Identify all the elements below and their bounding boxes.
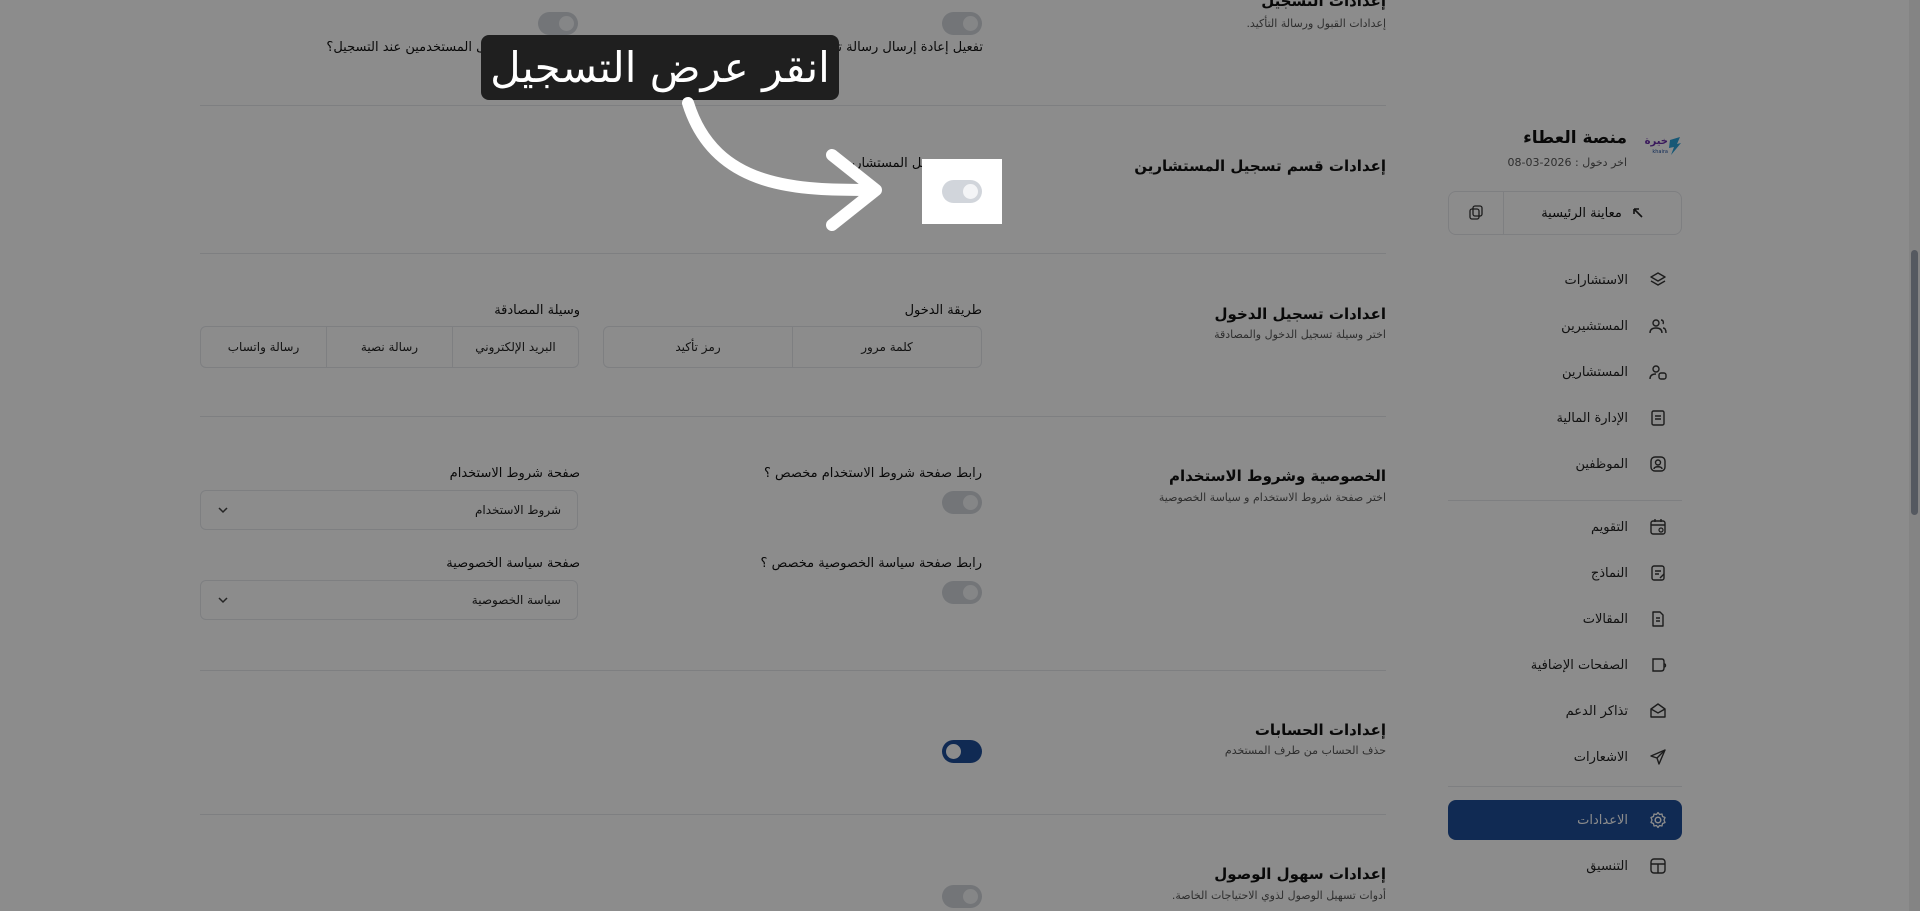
sidebar: خيرة khaira منصة العطاء اخر دخول : 2026-… (1448, 0, 1682, 911)
consultants-registration-title: إعدادات قسم تسجيل المستشارين (1134, 157, 1386, 175)
scrollbar-thumb[interactable] (1911, 250, 1918, 515)
terms-page-value: شروط الاستخدام (474, 503, 561, 517)
privacy-page-select[interactable]: سياسة الخصوصية (200, 580, 578, 620)
brand-name: منصة العطاء (1523, 128, 1627, 148)
accessibility-settings-desc: أدوات تسهيل الوصول لذوي الاحتياجات الخاص… (1171, 889, 1386, 902)
sidebar-item-clients[interactable]: المستشيرين (1448, 307, 1682, 345)
auth-method-sms[interactable]: رسالة نصية (326, 327, 452, 367)
user-square-icon (1650, 456, 1666, 472)
users-icon (1649, 319, 1667, 334)
accounts-settings-desc: حذف الحساب من طرف المستخدم (1224, 744, 1386, 757)
preview-home-box: معاينة الرئيسية (1448, 191, 1682, 235)
last-login: اخر دخول : 2026-03-08 (1507, 156, 1627, 169)
privacy-page-value: سياسة الخصوصية (471, 593, 561, 607)
login-settings-title: اعدادات تسجيل الدخول (1214, 305, 1386, 323)
custom-terms-link-label: رابط صفحة شروط الاستخدام مخصص ؟ (763, 466, 982, 481)
tutorial-callout: انقر عرض التسجيل (481, 35, 839, 100)
registration-section-desc: إعدادات القبول ورسالة التأكيد. (1246, 17, 1386, 30)
pages-icon (1652, 658, 1667, 672)
privacy-terms-desc: اختر صفحة شروط الاستخدام و سياسة الخصوصي… (1158, 491, 1386, 504)
ticket-icon (1650, 703, 1666, 718)
registration-section-title: إعدادات التسجيل (1261, 0, 1386, 10)
copy-icon (1469, 205, 1483, 220)
resend-confirmation-toggle[interactable] (942, 12, 982, 35)
sidebar-item-employees[interactable]: الموظفين (1448, 445, 1682, 483)
receipt-icon (1651, 410, 1665, 426)
sidebar-item-extra-pages[interactable]: الصفحات الإضافية (1448, 646, 1682, 684)
sidebar-item-finance[interactable]: الإدارة المالية (1448, 399, 1682, 437)
layers-icon (1650, 272, 1666, 286)
login-settings-desc: اختر وسيلة تسجيل الدخول والمصادقة (1214, 328, 1386, 341)
arrow-up-left-icon (1633, 208, 1643, 218)
auth-method-email[interactable]: البريد الإلكتروني (452, 327, 578, 367)
privacy-terms-title: الخصوصية وشروط الاستخدام (1168, 467, 1386, 485)
send-icon (1650, 749, 1666, 765)
article-icon (1652, 611, 1664, 627)
login-method-label: طريقة الدخول (904, 303, 982, 318)
chevron-down-icon (218, 597, 228, 604)
custom-privacy-link-label: رابط صفحة سياسة الخصوصية مخصص ؟ (760, 556, 982, 571)
tutorial-arrow-icon (682, 97, 882, 231)
preview-home-label: معاينة الرئيسية (1541, 205, 1622, 221)
force-terms-toggle[interactable] (538, 12, 578, 35)
login-method-password[interactable]: كلمة مرور (792, 327, 981, 367)
accessibility-settings-title: إعدادات سهول الوصول (1214, 865, 1386, 883)
sidebar-item-forms[interactable]: النماذج (1448, 554, 1682, 592)
sidebar-item-support-tickets[interactable]: تذاكر الدعم (1448, 692, 1682, 730)
chevron-down-icon (218, 507, 228, 514)
login-method-otp[interactable]: رمز تأكيد (604, 327, 792, 367)
brand-logo: خيرة khaira (1640, 134, 1682, 160)
preview-home-button[interactable]: معاينة الرئيسية (1504, 192, 1681, 234)
accounts-settings-title: إعدادات الحسابات (1254, 721, 1386, 739)
divider (200, 416, 1386, 417)
calendar-icon (1650, 519, 1666, 535)
gear-icon (1650, 811, 1666, 829)
sidebar-item-consultations[interactable]: الاستشارات (1448, 261, 1682, 299)
divider (200, 814, 1386, 815)
logo-mark-icon (1669, 137, 1681, 155)
terms-page-label: صفحة شروط الاستخدام (449, 466, 580, 481)
auth-method-segment: البريد الإلكتروني رسالة نصية رسالة واتسا… (200, 326, 579, 368)
sidebar-item-consultants[interactable]: المستشارين (1448, 353, 1682, 391)
layout-icon (1650, 858, 1666, 874)
privacy-page-label: صفحة سياسة الخصوصية (446, 556, 580, 571)
tutorial-callout-text: انقر عرض التسجيل (490, 43, 830, 92)
sidebar-item-styling[interactable]: التنسيق (1448, 847, 1682, 885)
accessibility-toggle[interactable] (942, 885, 982, 908)
sidebar-item-settings[interactable]: الاعدادات (1448, 800, 1682, 840)
sidebar-item-calendar[interactable]: التقويم (1448, 508, 1682, 546)
copy-link-button[interactable] (1449, 192, 1503, 234)
sidebar-item-articles[interactable]: المقالات (1448, 600, 1682, 638)
divider (200, 670, 1386, 671)
brand: خيرة khaira منصة العطاء اخر دخول : 2026-… (1448, 126, 1682, 176)
auth-method-label: وسيلة المصادقة (494, 303, 580, 318)
terms-page-select[interactable]: شروط الاستخدام (200, 490, 578, 530)
login-method-segment: كلمة مرور رمز تأكيد (603, 326, 982, 368)
auth-method-whatsapp[interactable]: رسالة واتساب (201, 327, 326, 367)
divider (200, 253, 1386, 254)
form-icon (1651, 565, 1665, 581)
custom-privacy-link-toggle[interactable] (942, 581, 982, 604)
account-deletion-toggle[interactable] (942, 740, 982, 763)
user-chat-icon (1649, 365, 1667, 380)
page-scrollbar[interactable] (1909, 0, 1920, 911)
custom-terms-link-toggle[interactable] (942, 491, 982, 514)
sidebar-item-notifications[interactable]: الاشعارات (1448, 738, 1682, 776)
